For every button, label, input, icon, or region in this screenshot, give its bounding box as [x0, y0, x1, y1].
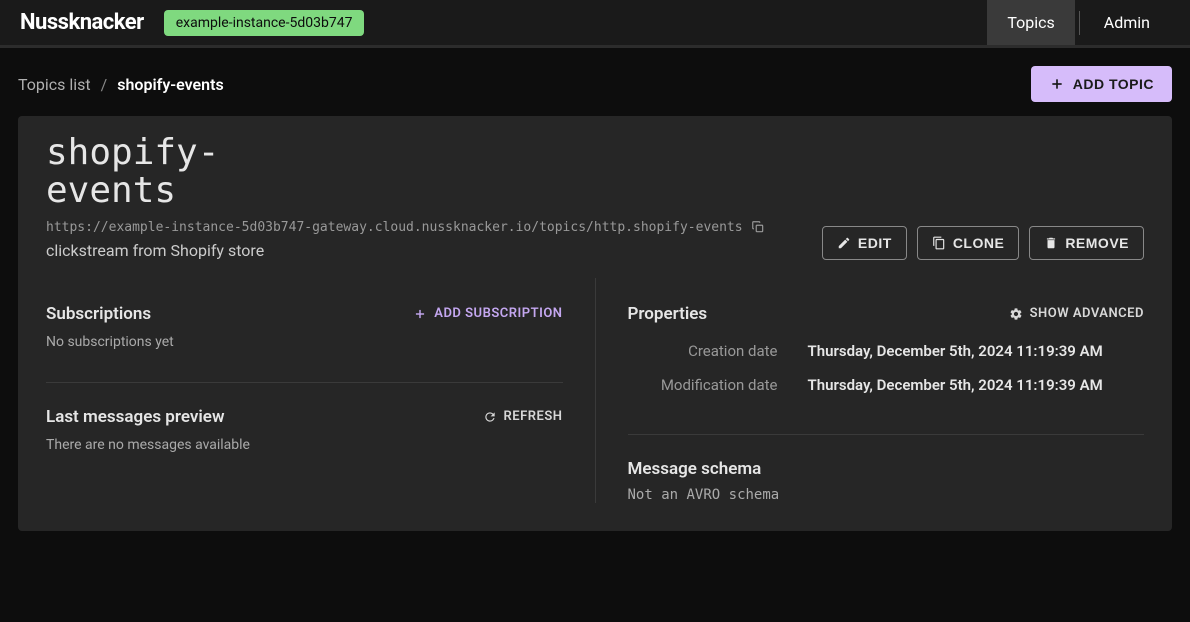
- property-row: Creation date Thursday, December 5th, 20…: [628, 334, 1145, 368]
- last-messages-head: Last messages preview REFRESH: [46, 407, 563, 427]
- main-content: Topics list / shopify-events ADD TOPIC s…: [0, 48, 1190, 549]
- breadcrumb-root[interactable]: Topics list: [18, 75, 91, 94]
- pencil-icon: [837, 236, 851, 250]
- modification-date-label: Modification date: [628, 376, 778, 394]
- schema-title: Message schema: [628, 459, 1145, 479]
- modification-date-value: Thursday, December 5th, 2024 11:19:39 AM: [808, 376, 1145, 394]
- clone-icon: [932, 236, 946, 250]
- breadcrumb-separator: /: [101, 75, 108, 94]
- left-column: Subscriptions ADD SUBSCRIPTION No subscr…: [46, 278, 596, 503]
- schema-value: Not an AVRO schema: [628, 487, 1145, 503]
- refresh-button[interactable]: REFRESH: [483, 409, 563, 424]
- remove-label: REMOVE: [1065, 235, 1129, 251]
- last-messages-title: Last messages preview: [46, 407, 225, 427]
- breadcrumb: Topics list / shopify-events: [18, 75, 224, 94]
- trash-icon: [1044, 236, 1058, 250]
- topic-card: shopify-events https://example-instance-…: [18, 116, 1172, 531]
- app-header: Nussknacker example-instance-5d03b747 To…: [0, 0, 1190, 48]
- subscriptions-empty: No subscriptions yet: [46, 334, 563, 350]
- creation-date-value: Thursday, December 5th, 2024 11:19:39 AM: [808, 342, 1145, 360]
- topic-title: shopify-events: [46, 134, 226, 210]
- plus-icon: [413, 307, 427, 321]
- topic-title-block: shopify-events https://example-instance-…: [46, 134, 802, 260]
- last-messages-empty: There are no messages available: [46, 437, 563, 453]
- add-topic-label: ADD TOPIC: [1073, 76, 1154, 92]
- topic-header: shopify-events https://example-instance-…: [18, 116, 1172, 278]
- property-row: Modification date Thursday, December 5th…: [628, 368, 1145, 402]
- nav-topics[interactable]: Topics: [987, 0, 1074, 45]
- right-column: Properties SHOW ADVANCED Creation date T…: [596, 278, 1145, 503]
- nav-divider: [1079, 11, 1080, 35]
- header-nav: Topics Admin: [987, 0, 1170, 45]
- topic-description: clickstream from Shopify store: [46, 241, 802, 260]
- breadcrumb-current: shopify-events: [117, 75, 223, 94]
- subscriptions-title: Subscriptions: [46, 304, 151, 324]
- properties-title: Properties: [628, 304, 708, 324]
- topic-url: https://example-instance-5d03b747-gatewa…: [46, 220, 743, 235]
- gear-icon: [1009, 307, 1023, 321]
- properties-head: Properties SHOW ADVANCED: [628, 304, 1145, 324]
- refresh-label: REFRESH: [504, 409, 563, 424]
- nav-admin[interactable]: Admin: [1084, 0, 1170, 45]
- show-advanced-button[interactable]: SHOW ADVANCED: [1009, 306, 1144, 321]
- clone-button[interactable]: CLONE: [917, 226, 1020, 260]
- clone-label: CLONE: [953, 235, 1005, 251]
- plus-icon: [1049, 76, 1065, 92]
- refresh-icon: [483, 410, 497, 424]
- breadcrumb-row: Topics list / shopify-events ADD TOPIC: [18, 66, 1172, 102]
- edit-button[interactable]: EDIT: [822, 226, 907, 260]
- topic-body: Subscriptions ADD SUBSCRIPTION No subscr…: [18, 278, 1172, 531]
- add-subscription-button[interactable]: ADD SUBSCRIPTION: [413, 306, 562, 321]
- remove-button[interactable]: REMOVE: [1029, 226, 1144, 260]
- instance-badge: example-instance-5d03b747: [164, 10, 365, 36]
- app-logo: Nussknacker: [20, 10, 144, 35]
- section-divider: [628, 434, 1145, 435]
- creation-date-label: Creation date: [628, 342, 778, 360]
- section-divider: [46, 382, 563, 383]
- add-subscription-label: ADD SUBSCRIPTION: [434, 306, 562, 321]
- copy-icon[interactable]: [751, 220, 765, 234]
- subscriptions-head: Subscriptions ADD SUBSCRIPTION: [46, 304, 563, 324]
- add-topic-button[interactable]: ADD TOPIC: [1031, 66, 1172, 102]
- show-advanced-label: SHOW ADVANCED: [1030, 306, 1144, 321]
- topic-actions: EDIT CLONE REMOVE: [822, 226, 1144, 260]
- edit-label: EDIT: [858, 235, 892, 251]
